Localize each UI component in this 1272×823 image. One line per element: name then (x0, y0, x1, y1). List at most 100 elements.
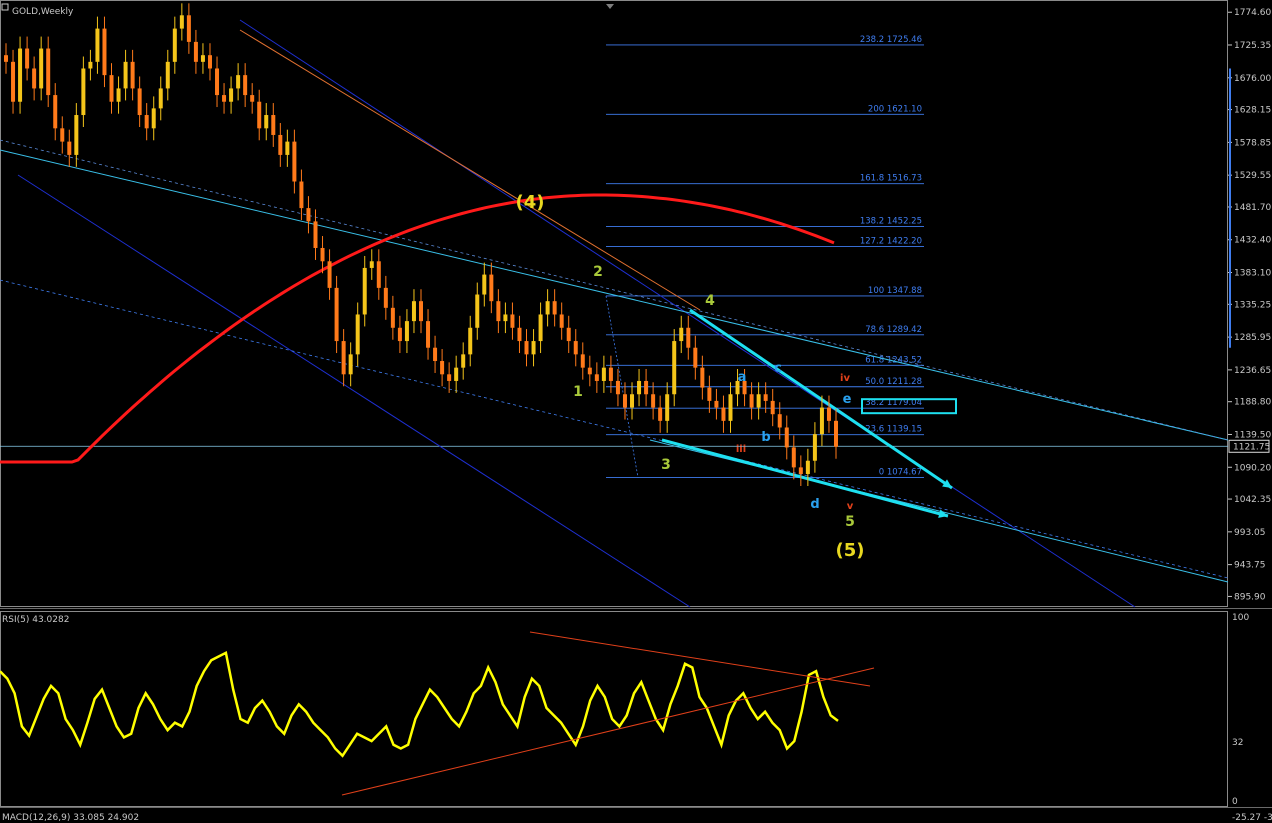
fib-level-label: 238.2 1725.46 (860, 35, 922, 45)
candle-body (454, 367, 459, 381)
candle-body (672, 341, 677, 395)
y-tick-label: 1774.60 (1234, 8, 1271, 18)
candle-body (475, 294, 480, 328)
moving-average-line (0, 193, 835, 464)
candle-body (608, 367, 613, 381)
candle-body (172, 28, 177, 62)
candle-body (74, 115, 79, 155)
candle-body (200, 55, 205, 62)
candle-body (215, 68, 220, 96)
candle-body (615, 380, 620, 395)
candle-body (566, 327, 571, 342)
wave-label-4: 4 (705, 293, 715, 309)
candle-body (348, 354, 353, 375)
candle-body (496, 301, 501, 322)
candle-body (573, 341, 578, 355)
y-tick-label: 1090.20 (1234, 463, 1271, 473)
candle-body (791, 447, 796, 468)
y-tick-label: 1628.15 (1234, 106, 1271, 116)
candle-body (517, 327, 522, 342)
candle-body (482, 274, 487, 295)
rsi-line (0, 650, 839, 758)
wave-label-major-5: (5) (836, 540, 865, 561)
y-tick-label: 1432.40 (1234, 236, 1271, 246)
candle-body (580, 354, 585, 368)
candle-body (622, 394, 627, 408)
chart-window: 238.2 1725.46 200 1621.10 161.8 1516.73 138… (0, 0, 1272, 823)
candle-body (721, 407, 726, 421)
candle-body (658, 407, 663, 421)
candle-body (264, 115, 269, 129)
candle-body (503, 314, 508, 322)
candle-body (510, 314, 515, 328)
y-tick-label: 1139.50 (1234, 430, 1271, 440)
chart-menu-icon (1, 3, 9, 11)
candle-body (109, 75, 114, 102)
y-tick-label: 993.05 (1234, 528, 1266, 538)
candle-body (665, 394, 670, 421)
candle-body (777, 414, 782, 428)
candle-body (524, 341, 529, 355)
candle-body (707, 387, 712, 401)
candle-body (25, 48, 30, 69)
last-price-label: 1121.75 (1233, 442, 1270, 452)
candle-body (158, 88, 163, 109)
candle-body (812, 434, 817, 461)
candle-body (327, 261, 332, 288)
candle-body (489, 274, 494, 302)
candle-body (411, 301, 416, 322)
fib-level-label: 138.2 1452.25 (860, 217, 922, 227)
y-tick-label: 943.75 (1234, 561, 1266, 571)
candle-body (81, 68, 86, 116)
candle-body (278, 134, 283, 155)
price-pane-frame (0, 0, 1228, 607)
candle-body (60, 128, 65, 142)
fib-level-label: 50.0 1211.28 (865, 377, 922, 387)
y-tick-label: 1481.70 (1234, 203, 1271, 213)
channel-lower-line (17, 174, 691, 608)
candle-body (11, 61, 16, 102)
candle-body (630, 394, 635, 408)
candle-body (651, 394, 656, 408)
candle-body (285, 141, 290, 155)
candle-body (419, 301, 423, 322)
candle-body (587, 367, 592, 375)
candle-body (601, 367, 606, 381)
candle-body (693, 347, 698, 368)
candle-body (334, 287, 339, 342)
candle-body (426, 321, 431, 348)
orange-resistance-line (239, 29, 701, 311)
y-tick-label: 895.90 (1234, 592, 1266, 602)
wave-label-b: b (761, 430, 770, 445)
y-tick-label: 1676.00 (1234, 74, 1271, 84)
candle-body (552, 301, 557, 315)
candle-body (250, 95, 255, 102)
candle-body (362, 267, 367, 315)
candle-body (257, 101, 262, 129)
candle-body (46, 48, 51, 96)
price-chart[interactable]: 238.2 1725.46200 1621.10161.8 1516.73138… (0, 0, 1272, 823)
candle-body (834, 420, 838, 447)
rsi-tick-label: 32 (1232, 738, 1243, 748)
candle-body (749, 394, 754, 408)
candle-body (4, 55, 8, 62)
candle-body (186, 15, 191, 42)
rsi-tick-label: 100 (1232, 613, 1249, 623)
candle-body (32, 68, 37, 89)
macd-label: MACD(12,26,9) 33.085 24.902 (2, 813, 139, 823)
candle-body (102, 28, 107, 76)
candle-body (165, 61, 170, 89)
wave-label-e: e (843, 392, 852, 407)
candle-body (137, 88, 142, 116)
wave-label-5: 5 (845, 514, 855, 530)
y-tick-label: 1578.85 (1234, 138, 1271, 148)
wave-label-c: c (774, 361, 782, 376)
rsi-resistance-line (529, 631, 871, 687)
candle-body (39, 48, 44, 89)
candle-body (222, 95, 227, 102)
candle-body (376, 261, 381, 288)
candle-body (390, 307, 395, 328)
candle-body (179, 15, 184, 29)
candle-body (700, 367, 705, 388)
candle-body (531, 341, 536, 355)
